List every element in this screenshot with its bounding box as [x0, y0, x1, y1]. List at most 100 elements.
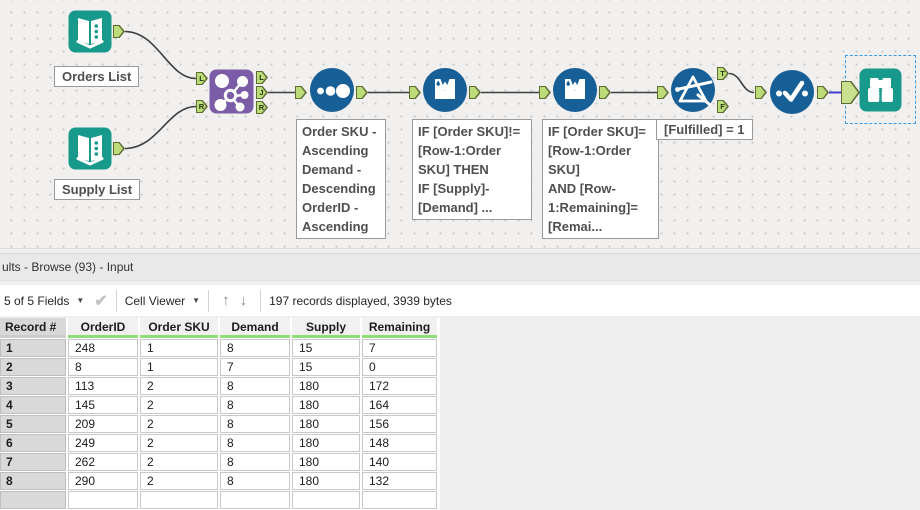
- select-tool[interactable]: [770, 70, 814, 114]
- input-anchor[interactable]: [539, 86, 551, 99]
- table-cell[interactable]: 249: [68, 434, 138, 452]
- sort-icon: [310, 68, 354, 112]
- fields-dropdown[interactable]: 5 of 5 Fields: [0, 294, 69, 308]
- output-anchor-true[interactable]: T: [717, 67, 729, 80]
- filter-annotation[interactable]: [Fulfilled] = 1: [656, 119, 753, 140]
- chevron-down-icon[interactable]: ▼: [192, 296, 200, 305]
- chevron-down-icon[interactable]: ▼: [76, 296, 84, 305]
- table-cell[interactable]: 0: [362, 358, 437, 376]
- output-anchor[interactable]: [113, 142, 125, 155]
- table-cell[interactable]: 2: [140, 415, 218, 433]
- table-cell[interactable]: 2: [140, 472, 218, 490]
- input-data-tool-supply[interactable]: [68, 127, 112, 170]
- table-cell[interactable]: 180: [292, 415, 360, 433]
- arrow-up-icon[interactable]: ↑: [217, 292, 235, 309]
- table-cell[interactable]: 15: [292, 358, 360, 376]
- table-cell[interactable]: 145: [68, 396, 138, 414]
- table-cell[interactable]: 7: [362, 339, 437, 357]
- arrow-down-icon[interactable]: ↓: [235, 292, 253, 309]
- column-header-ordersku[interactable]: Order SKU: [140, 318, 218, 338]
- output-anchor[interactable]: [469, 86, 481, 99]
- table-cell[interactable]: 15: [292, 339, 360, 357]
- table-cell[interactable]: 7: [220, 358, 290, 376]
- output-anchor[interactable]: [599, 86, 611, 99]
- table-cell[interactable]: 2: [140, 396, 218, 414]
- results-panel-title: ults - Browse (93) - Input: [0, 253, 920, 281]
- column-header-remaining[interactable]: Remaining: [362, 318, 437, 338]
- table-cell[interactable]: 290: [68, 472, 138, 490]
- cell-viewer-dropdown[interactable]: Cell Viewer: [125, 294, 185, 308]
- table-cell[interactable]: 132: [362, 472, 437, 490]
- table-cell[interactable]: 8: [220, 377, 290, 395]
- formula1-annotation[interactable]: IF [Order SKU]!= [Row-1:Order SKU] THEN …: [412, 119, 532, 220]
- input-anchor[interactable]: [295, 86, 307, 99]
- input-anchor[interactable]: [409, 86, 421, 99]
- results-table-area: Record # OrderID Order SKU Demand Supply…: [0, 316, 920, 510]
- table-cell[interactable]: 180: [292, 472, 360, 490]
- table-cell[interactable]: 113: [68, 377, 138, 395]
- table-cell[interactable]: 172: [362, 377, 437, 395]
- browse-icon: [859, 68, 902, 112]
- tool-caption-orders[interactable]: Orders List: [54, 66, 140, 87]
- output-anchor[interactable]: [817, 86, 829, 99]
- table-cell[interactable]: 2: [140, 453, 218, 471]
- output-anchor-left[interactable]: L: [256, 71, 268, 84]
- multirow-formula-icon: [553, 68, 597, 112]
- table-cell[interactable]: 1: [140, 358, 218, 376]
- multirow-formula-tool-2[interactable]: [553, 68, 597, 112]
- table-cell[interactable]: 8: [220, 396, 290, 414]
- column-header-supply[interactable]: Supply: [292, 318, 360, 338]
- table-cell[interactable]: 148: [362, 434, 437, 452]
- table-cell[interactable]: 248: [68, 339, 138, 357]
- tool-caption-supply[interactable]: Supply List: [54, 179, 141, 200]
- input-anchor[interactable]: [657, 86, 669, 99]
- table-cell[interactable]: 180: [292, 453, 360, 471]
- records-info: 197 records displayed, 3939 bytes: [269, 293, 452, 308]
- output-anchor[interactable]: [356, 86, 368, 99]
- input-anchor[interactable]: [755, 86, 767, 99]
- column-header-record[interactable]: Record #: [0, 318, 66, 338]
- input-anchor-left[interactable]: L: [196, 72, 208, 85]
- table-cell[interactable]: 2: [140, 377, 218, 395]
- results-toolbar: 5 of 5 Fields ▼ ✔ Cell Viewer ▼ ↑ ↓ 197 …: [0, 285, 920, 316]
- input-anchor-right[interactable]: R: [196, 100, 208, 113]
- output-anchor[interactable]: [113, 25, 125, 38]
- table-cell[interactable]: 180: [292, 434, 360, 452]
- filter-tool[interactable]: [671, 68, 715, 112]
- table-cell[interactable]: 156: [362, 415, 437, 433]
- input-data-tool-orders[interactable]: [68, 10, 112, 53]
- sort-tool[interactable]: [310, 68, 354, 112]
- table-cell[interactable]: 180: [292, 377, 360, 395]
- table-cell[interactable]: 2: [140, 434, 218, 452]
- output-anchor-right[interactable]: R: [256, 101, 268, 114]
- browse-tool[interactable]: [859, 68, 902, 112]
- table-cell[interactable]: 262: [68, 453, 138, 471]
- table-cell[interactable]: 180: [292, 396, 360, 414]
- sort-annotation[interactable]: Order SKU - Ascending Demand - Descendin…: [296, 119, 386, 239]
- join-tool[interactable]: [209, 69, 254, 114]
- table-cell[interactable]: 8: [220, 339, 290, 357]
- column-header-orderid[interactable]: OrderID: [68, 318, 138, 338]
- apply-check-icon[interactable]: ✔: [94, 291, 107, 311]
- output-anchor-false[interactable]: F: [717, 100, 729, 113]
- select-icon: [770, 70, 814, 114]
- workflow-canvas[interactable]: Orders List Supply List L R L J R Order …: [0, 0, 920, 249]
- table-cell[interactable]: 209: [68, 415, 138, 433]
- table-cell[interactable]: 140: [362, 453, 437, 471]
- table-row: 2 8 1 7 15 0: [0, 358, 440, 376]
- multirow-formula-tool-1[interactable]: [423, 68, 467, 112]
- table-cell: [140, 491, 218, 509]
- table-cell[interactable]: 164: [362, 396, 437, 414]
- toolbar-divider: [208, 289, 210, 312]
- output-anchor-join[interactable]: J: [256, 86, 268, 99]
- table-cell[interactable]: 1: [140, 339, 218, 357]
- table-cell[interactable]: 8: [220, 434, 290, 452]
- column-header-demand[interactable]: Demand: [220, 318, 290, 338]
- table-cell[interactable]: 8: [220, 472, 290, 490]
- row-number: 4: [0, 396, 66, 414]
- table-row: 6 249 2 8 180 148: [0, 434, 440, 452]
- formula2-annotation[interactable]: IF [Order SKU]= [Row-1:Order SKU] AND [R…: [542, 119, 659, 239]
- table-cell[interactable]: 8: [68, 358, 138, 376]
- table-cell[interactable]: 8: [220, 415, 290, 433]
- table-cell[interactable]: 8: [220, 453, 290, 471]
